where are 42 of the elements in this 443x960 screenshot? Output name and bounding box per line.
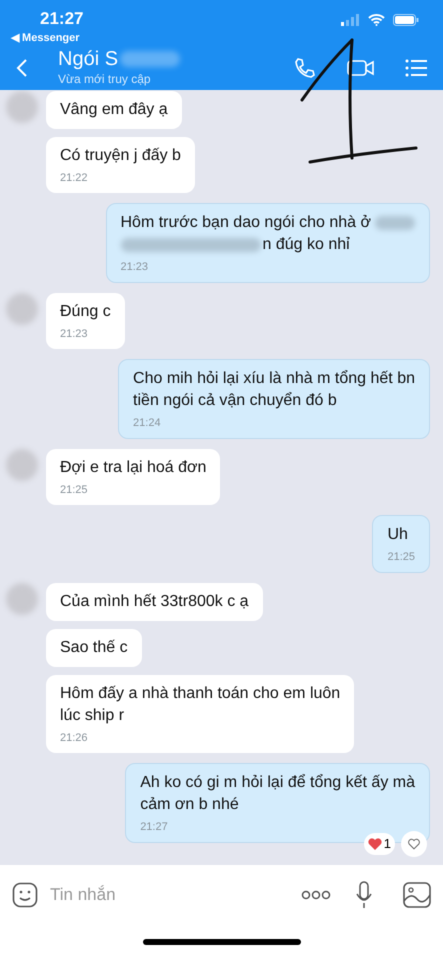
message-time: 21:27 [140, 821, 168, 834]
more-icon[interactable] [301, 890, 331, 900]
message-text: Sao thế c [60, 638, 128, 658]
reaction-count[interactable]: 1 [364, 833, 395, 855]
phone-icon[interactable] [293, 56, 317, 80]
blurred-region [375, 216, 415, 230]
message-text: Hôm trước bạn dao ngói cho nhà ở [120, 213, 371, 233]
message-time: 21:22 [60, 172, 88, 185]
message-text: Vâng em đây ạ [60, 100, 168, 120]
reaction-number: 1 [384, 835, 391, 854]
message-time: 21:24 [133, 417, 161, 430]
message-time: 21:25 [60, 484, 88, 497]
blurred-region [120, 51, 180, 67]
menu-icon[interactable] [405, 59, 427, 77]
back-icon[interactable] [16, 58, 28, 78]
message-text: lúc ship r [60, 706, 124, 726]
contact-status: Vừa mới truy cập [58, 71, 152, 88]
battery-icon [393, 14, 419, 26]
video-call-icon[interactable] [347, 58, 375, 78]
message-text: Đợi e tra lại hoá đơn [60, 458, 206, 478]
message-text: Đúng c [60, 302, 111, 322]
message-time: 21:26 [60, 732, 88, 745]
message-text: Của mình hết 33tr800k c ạ [60, 592, 249, 612]
message-text: cảm ơn b nhé [140, 795, 239, 815]
sticker-icon[interactable] [12, 882, 38, 908]
message-text: Cho mih hỏi lại xíu là nhà m tổng hết bn [133, 369, 415, 389]
message-time: 21:23 [60, 328, 88, 341]
message-text: Uh [387, 525, 408, 545]
message-text: Có truyện j đấy b [60, 146, 181, 166]
message-time: 21:25 [387, 551, 415, 564]
microphone-icon[interactable] [355, 881, 373, 909]
status-time: 21:27 [40, 8, 84, 30]
message-time: 21:23 [120, 261, 148, 274]
wifi-icon [368, 14, 385, 26]
message-text: tiền ngói cả vận chuyển đó b [133, 391, 337, 411]
message-text: Ah ko có gi m hỏi lại để tổng kết ấy mà [140, 773, 415, 793]
image-icon[interactable] [403, 882, 431, 908]
message-text: Hôm đấy a nhà thanh toán cho em luôn [60, 684, 340, 704]
contact-name: Ngói S [58, 48, 118, 70]
message-text: n đúg ko nhỉ [262, 235, 350, 255]
signal-icon [340, 14, 360, 26]
heart-icon [368, 838, 382, 850]
